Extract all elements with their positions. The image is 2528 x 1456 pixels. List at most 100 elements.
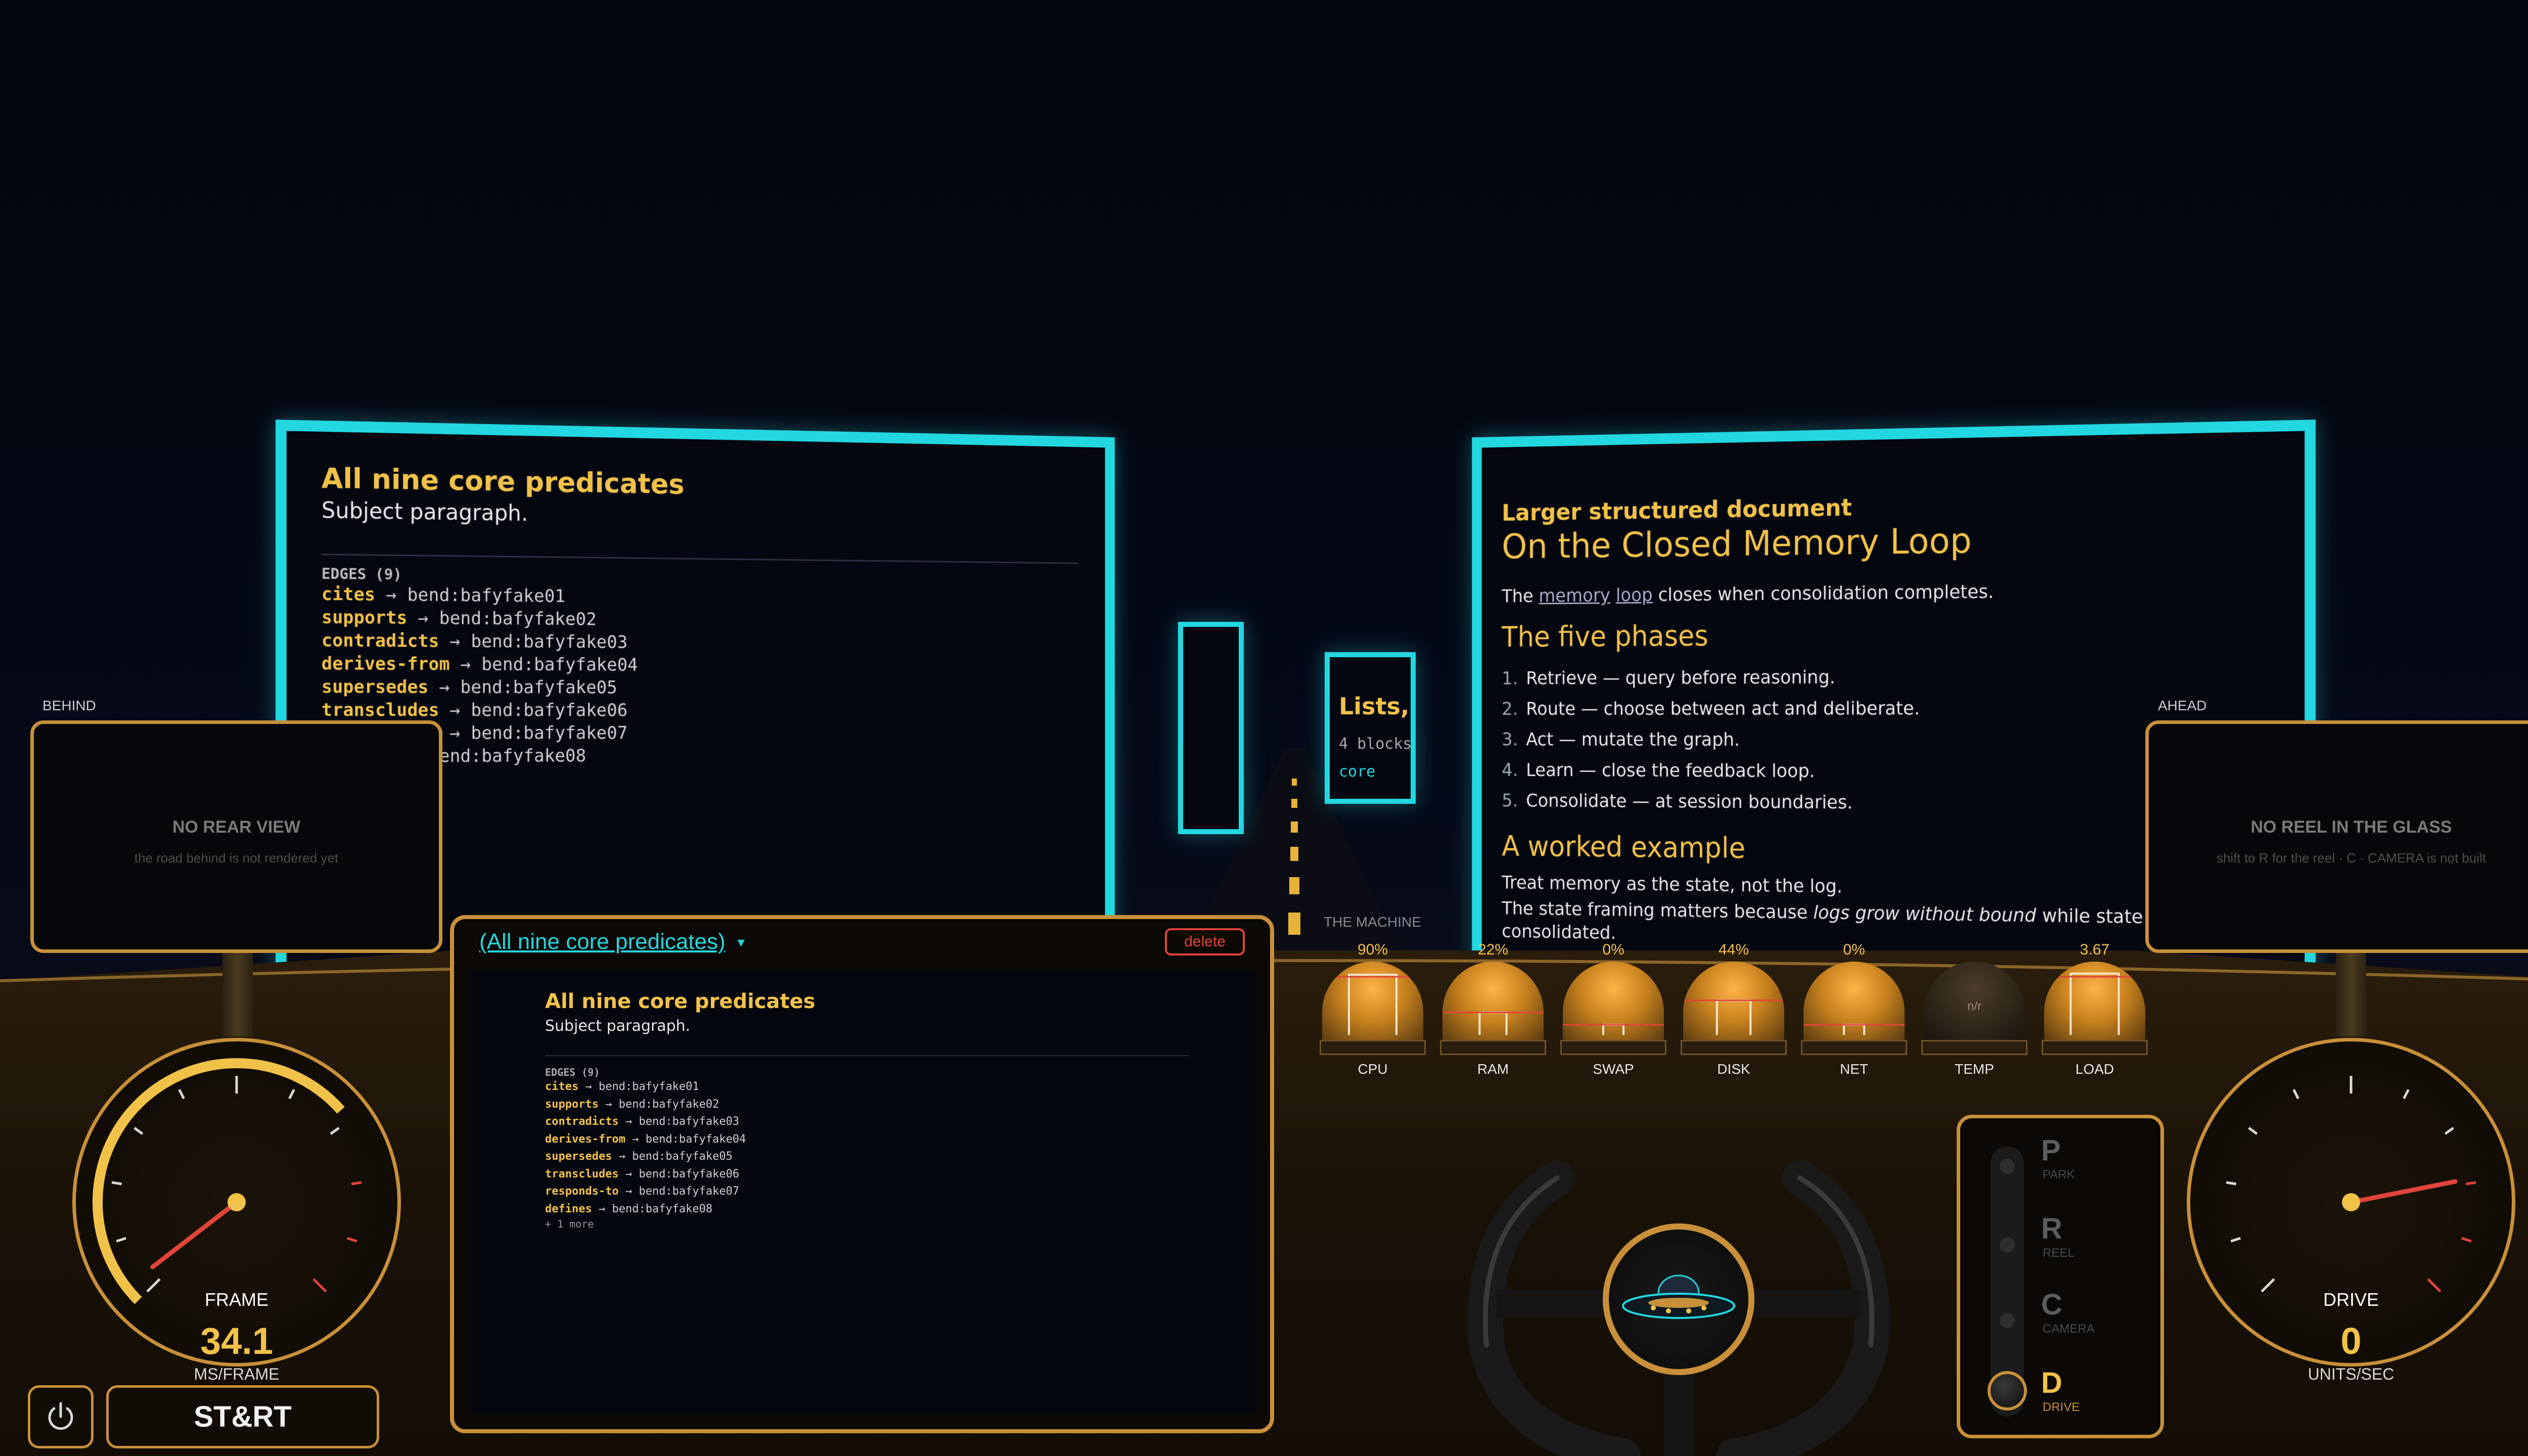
start-button[interactable]: ST&RT <box>106 1385 379 1448</box>
edge-row[interactable]: derives-from → bend:bafyfake04 <box>322 652 1105 678</box>
phase-number: 5. <box>1502 790 1518 811</box>
meter-needle <box>1563 962 1664 1040</box>
gear-slot[interactable] <box>2000 1159 2015 1174</box>
arrow-icon: → <box>605 1098 612 1111</box>
mirror-stem <box>222 950 253 1036</box>
edge-target: bend:bafyfake06 <box>471 700 627 720</box>
gauge-tick <box>116 1238 126 1241</box>
frame-gauge-label: FRAME <box>76 1289 397 1310</box>
meter-needle <box>1683 962 1784 1040</box>
arrow-icon: → <box>449 723 460 744</box>
document-intro: The memory loop closes when consolidatio… <box>1502 577 2305 607</box>
gear-reel-label: REEL <box>2043 1246 2074 1260</box>
gauge-tick <box>2462 1238 2471 1241</box>
gear-selector[interactable]: P PARK R REEL C CAMERA D DRIVE <box>1957 1115 2164 1438</box>
gauge-tick <box>2249 1128 2257 1134</box>
meter-temp[interactable]: n/r TEMP <box>1921 941 2027 1077</box>
gauge-hub <box>2342 1193 2360 1211</box>
loop-link[interactable]: loop <box>1616 584 1653 606</box>
mirror-title: NO REEL IN THE GLASS <box>2149 817 2528 837</box>
meter-unreadable: n/r <box>1924 999 2025 1014</box>
phases-heading: The five phases <box>1502 615 2305 653</box>
gear-knob[interactable] <box>1988 1371 2027 1410</box>
chevron-down-icon[interactable]: ▾ <box>738 934 745 950</box>
distant-billboard-lists[interactable]: Lists, 4 blocks core <box>1325 652 1416 804</box>
meter-value: 44% <box>1681 941 1787 962</box>
meter-load[interactable]: 3.67 LOAD <box>2042 941 2148 1077</box>
meter-value: 3.67 <box>2042 941 2148 962</box>
edge-target: bend:bafyfake03 <box>639 1115 739 1128</box>
meter-label: SWAP <box>1560 1061 1666 1077</box>
edge-target: bend:bafyfake05 <box>632 1150 733 1163</box>
gauge-tick <box>2226 1182 2236 1184</box>
gear-park-label: PARK <box>2043 1168 2075 1182</box>
gear-slot[interactable] <box>2000 1313 2015 1328</box>
gauge-tick <box>351 1182 362 1184</box>
preview-edge-row: contradicts → bend:bafyfake03 <box>545 1113 1255 1131</box>
gear-park-letter[interactable]: P <box>2041 1133 2061 1167</box>
meter-cpu[interactable]: 90% CPU <box>1320 941 1426 1077</box>
meter-base <box>1801 1040 1907 1055</box>
drive-gauge-value: 0 <box>2190 1320 2512 1362</box>
rear-mirror[interactable]: NO REAR VIEW the road behind is not rend… <box>30 720 442 953</box>
phase-text: Route — choose between act and deliberat… <box>1526 697 1920 719</box>
behind-label: BEHIND <box>42 698 96 714</box>
arrow-icon: → <box>585 1080 592 1093</box>
distant-billboard[interactable] <box>1178 622 1244 834</box>
gauge-tick <box>289 1089 294 1099</box>
meter-label: NET <box>1801 1061 1907 1077</box>
edge-target: bend:bafyfake04 <box>646 1133 746 1146</box>
gear-track[interactable] <box>1991 1146 2024 1417</box>
intro-prefix: The <box>1502 585 1533 607</box>
edge-row[interactable]: contradicts → bend:bafyfake03 <box>322 629 1105 656</box>
edge-row[interactable]: transcludes → bend:bafyfake06 <box>322 699 1105 722</box>
gauge-tick <box>347 1238 357 1241</box>
meter-dome <box>1563 962 1664 1040</box>
card-header: (All nine core predicates) ▾ delete <box>454 919 1270 965</box>
gear-reel-letter[interactable]: R <box>2041 1212 2062 1246</box>
edge-target: bend:bafyfake03 <box>471 631 627 652</box>
gauge-needle <box>2351 1181 2455 1202</box>
meter-base <box>1440 1040 1546 1055</box>
meter-label: LOAD <box>2042 1061 2148 1077</box>
edge-target: bend:bafyfake01 <box>407 585 565 607</box>
ahead-label: AHEAD <box>2158 698 2206 714</box>
arrow-icon: → <box>386 584 396 605</box>
preview-edge-row: supports → bend:bafyfake02 <box>545 1096 1255 1114</box>
meter-value: 22% <box>1440 941 1546 962</box>
meter-needle <box>1322 962 1423 1040</box>
drive-gauge-unit: UNITS/SEC <box>2190 1365 2512 1384</box>
edge-predicate: responds-to <box>545 1185 619 1198</box>
memory-link[interactable]: memory <box>1539 584 1610 606</box>
card-preview[interactable]: All nine core predicates Subject paragra… <box>469 970 1255 1414</box>
phase-number: 3. <box>1502 729 1518 750</box>
gear-camera-label: CAMERA <box>2043 1322 2095 1336</box>
edge-target: bend:bafyfake08 <box>429 746 586 766</box>
power-button[interactable] <box>28 1385 94 1448</box>
card-title-link[interactable]: (All nine core predicates) <box>479 929 726 954</box>
reel-mirror[interactable]: NO REEL IN THE GLASS shift to R for the … <box>2145 720 2528 953</box>
drive-gauge-dial <box>2190 1041 2512 1363</box>
frame-gauge-unit: MS/FRAME <box>76 1365 397 1384</box>
edge-row[interactable]: supersedes → bend:bafyfake05 <box>322 675 1105 700</box>
drive-gauge: DRIVE 0 UNITS/SEC <box>2187 1038 2515 1367</box>
arrow-icon: → <box>625 1185 632 1198</box>
gear-camera-letter[interactable]: C <box>2041 1288 2062 1322</box>
drive-gauge-label: DRIVE <box>2190 1289 2512 1310</box>
arrow-icon: → <box>632 1133 639 1146</box>
delete-button[interactable]: delete <box>1165 928 1245 956</box>
edge-predicate: transcludes <box>322 700 439 720</box>
meter-disk[interactable]: 44% DISK <box>1681 941 1787 1077</box>
block-card: (All nine core predicates) ▾ delete All … <box>450 915 1274 1433</box>
gear-drive-letter[interactable]: D <box>2041 1366 2062 1400</box>
phase-number: 1. <box>1502 667 1518 689</box>
meter-net[interactable]: 0% NET <box>1801 941 1907 1077</box>
wheel-hub[interactable] <box>1603 1223 1754 1375</box>
meter-ram[interactable]: 22% RAM <box>1440 941 1546 1077</box>
phase-text: Learn — close the feedback loop. <box>1526 759 1815 782</box>
meter-swap[interactable]: 0% SWAP <box>1560 941 1666 1077</box>
example-emphasis: logs grow without bound <box>1813 901 2036 926</box>
gear-slot[interactable] <box>2000 1237 2015 1252</box>
edge-predicate: contradicts <box>322 630 439 652</box>
gauge-tick <box>2466 1182 2476 1184</box>
